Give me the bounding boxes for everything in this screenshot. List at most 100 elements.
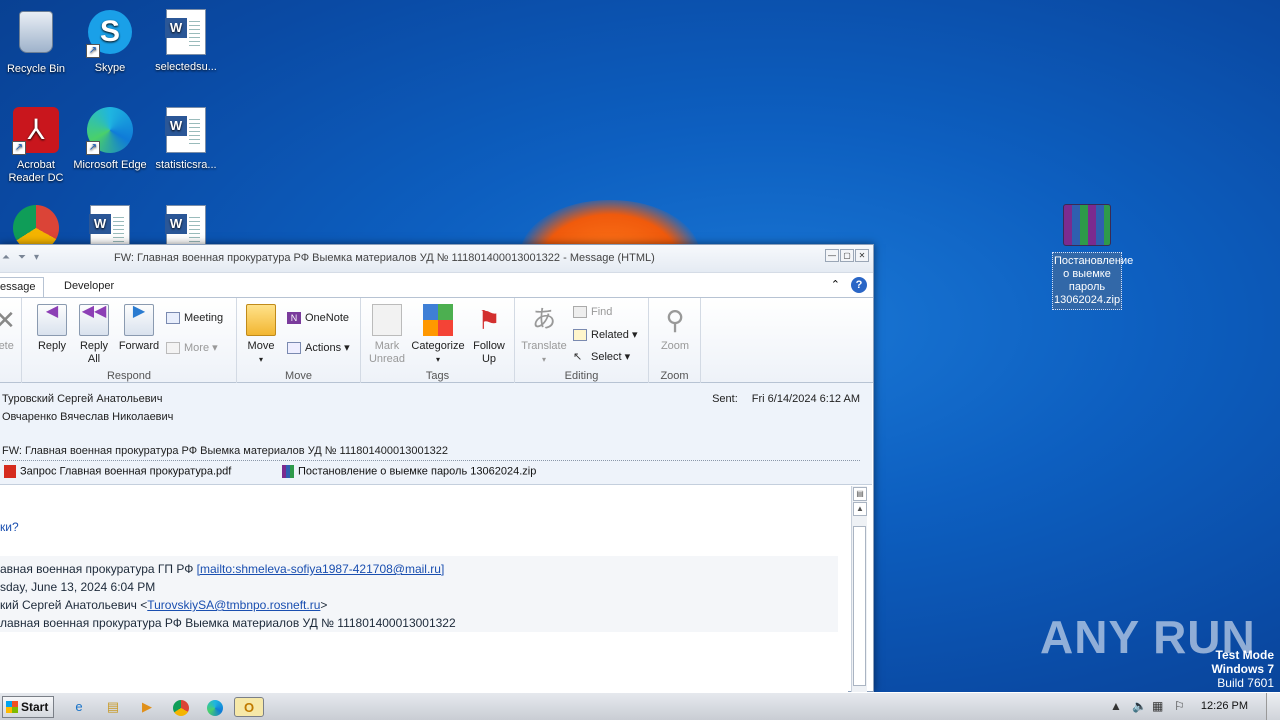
outlook-message-window: ⏶ ⏷ ▾ FW: Главная военная прокуратура РФ В… bbox=[0, 244, 874, 692]
desktop-icon-acrobat[interactable]: ⅄ ↗ Acrobat Reader DC bbox=[0, 106, 74, 185]
related-button[interactable]: Related ▾ bbox=[573, 328, 638, 342]
explorer-icon[interactable]: ▤ bbox=[102, 697, 124, 717]
start-button[interactable]: Start bbox=[2, 696, 54, 718]
network-icon[interactable]: ▦ bbox=[1152, 699, 1163, 713]
word-document-icon: W bbox=[162, 9, 210, 57]
acrobat-icon: ⅄ ↗ bbox=[12, 107, 60, 155]
sent-field: Sent: Fri 6/14/2024 6:12 AM bbox=[712, 393, 860, 405]
forward-icon: ▶ bbox=[124, 304, 154, 336]
previous-item-icon[interactable]: ⏶ bbox=[2, 252, 10, 263]
tray-expand-icon[interactable]: ▲ bbox=[1110, 699, 1122, 713]
email-link[interactable]: TurovskiySA@tmbnpo.rosneft.ru bbox=[147, 598, 320, 612]
ribbon-group-delete: ✕ lete bbox=[0, 298, 22, 384]
group-label: Respond bbox=[106, 370, 152, 382]
customize-toolbar-icon[interactable]: ▾ bbox=[34, 252, 39, 263]
actions-icon bbox=[287, 342, 301, 355]
cursor-icon: ↖ bbox=[573, 351, 583, 364]
close-button[interactable]: ✕ bbox=[855, 249, 869, 262]
desktop-icon-selectedsu[interactable]: W selectedsu... bbox=[148, 8, 224, 74]
system-tray: ▲ 🔈 ▦ ⚐ bbox=[1100, 693, 1280, 720]
winrar-archive-icon bbox=[1063, 204, 1111, 246]
to-field[interactable]: Овчаренко Вячеслав Николаевич bbox=[2, 411, 173, 423]
flag-icon: ⚑ bbox=[477, 305, 501, 335]
sent-label: Sent: bbox=[712, 393, 738, 405]
ribbon-group-zoom: ⚲ Zoom Zoom bbox=[649, 298, 701, 384]
mark-unread-button[interactable]: Mark Unread bbox=[365, 304, 409, 366]
ribbon-group-move: Move ▾ N OneNote Actions ▾ Move bbox=[237, 298, 361, 384]
actions-button[interactable]: Actions ▾ bbox=[287, 341, 350, 355]
tab-message[interactable]: essage bbox=[0, 277, 44, 297]
reply-button[interactable]: ◀ Reply bbox=[32, 304, 72, 353]
find-button[interactable]: Find bbox=[573, 306, 612, 319]
help-icon[interactable]: ? bbox=[851, 277, 867, 293]
pdf-icon bbox=[4, 465, 16, 478]
attachment-pdf[interactable]: Запрос Главная военная прокуратура.pdf bbox=[4, 465, 231, 478]
desktop-icon-recycle-bin[interactable]: Recycle Bin bbox=[0, 8, 74, 76]
minimize-button[interactable]: — bbox=[825, 249, 839, 262]
action-center-icon[interactable]: ⚐ bbox=[1174, 699, 1185, 713]
ribbon-tabs: essage Developer ⌃ ? bbox=[0, 273, 873, 297]
follow-up-button[interactable]: ⚑ Follow Up bbox=[467, 304, 511, 366]
ie-icon[interactable]: e bbox=[68, 697, 90, 717]
desktop-icon-statisticsra[interactable]: W statisticsra... bbox=[148, 106, 224, 172]
quoted-to: кий Сергей Анатольевич <TurovskiySA@tmbn… bbox=[0, 598, 328, 612]
word-document-icon: W bbox=[162, 107, 210, 155]
quoted-sent: sday, June 13, 2024 6:04 PM bbox=[0, 580, 156, 594]
title-bar: ⏶ ⏷ ▾ FW: Главная военная прокуратура РФ В… bbox=[0, 245, 873, 273]
edge-icon[interactable] bbox=[204, 697, 226, 717]
collapse-ribbon-icon[interactable]: ⌃ bbox=[831, 278, 840, 291]
scrollbar-thumb[interactable] bbox=[853, 526, 866, 686]
body-question: ки? bbox=[0, 520, 19, 534]
chrome-icon[interactable] bbox=[170, 697, 192, 717]
volume-icon[interactable]: 🔈 bbox=[1132, 699, 1147, 713]
select-button[interactable]: ↖ Select ▾ bbox=[573, 350, 630, 363]
windows-logo-icon bbox=[6, 701, 18, 713]
folder-move-icon bbox=[246, 304, 276, 336]
tab-developer[interactable]: Developer bbox=[64, 277, 114, 297]
zoom-button[interactable]: ⚲ Zoom bbox=[653, 304, 697, 353]
test-mode-notice: Test Mode Windows 7 Build 7601 bbox=[1211, 648, 1274, 690]
group-label: Editing bbox=[564, 370, 599, 382]
group-label: Zoom bbox=[660, 370, 689, 382]
related-icon bbox=[573, 329, 587, 342]
more-button[interactable]: More ▾ bbox=[166, 341, 218, 355]
reply-all-button[interactable]: ◀◀ Reply All bbox=[74, 304, 114, 366]
desktop-icon-label: selectedsu... bbox=[155, 61, 217, 73]
mailto-link[interactable]: [mailto:shmeleva-sofiya1987-421708@mail.… bbox=[197, 562, 445, 576]
onenote-icon: N bbox=[287, 312, 301, 325]
recycle-bin-icon bbox=[12, 11, 60, 59]
move-button[interactable]: Move ▾ bbox=[243, 304, 279, 366]
edge-icon: ↗ bbox=[86, 107, 134, 155]
ribbon-group-editing: あ Translate ▾ Find Related ▾ ↖ Select ▾ E… bbox=[515, 298, 649, 384]
meeting-button[interactable]: Meeting bbox=[166, 312, 223, 325]
message-body[interactable]: ки? авная военная прокуратура ГП РФ [mai… bbox=[0, 486, 848, 692]
reply-icon: ◀ bbox=[37, 304, 67, 336]
desktop-icon-label: Recycle Bin bbox=[6, 63, 66, 75]
onenote-button[interactable]: N OneNote bbox=[287, 312, 349, 325]
show-desktop-button[interactable] bbox=[1266, 693, 1280, 720]
attachment-zip[interactable]: Постановление о выемке пароль 13062024.z… bbox=[282, 465, 536, 478]
vertical-scrollbar[interactable]: ▤ ▲ bbox=[851, 486, 867, 692]
next-item-icon[interactable]: ⏷ bbox=[18, 252, 26, 263]
winrar-icon bbox=[282, 465, 294, 478]
desktop-icon-label: Skype bbox=[94, 62, 126, 74]
desktop-icon-label: Acrobat Reader DC bbox=[8, 159, 64, 184]
media-player-icon[interactable]: ▶ bbox=[136, 697, 158, 717]
scroll-up-arrow[interactable]: ▲ bbox=[853, 502, 867, 516]
skype-icon: S ↗ bbox=[86, 10, 134, 58]
scroll-top-icon[interactable]: ▤ bbox=[853, 487, 867, 501]
desktop-icon-skype[interactable]: S ↗ Skype bbox=[72, 8, 148, 75]
from-field[interactable]: Туровский Сергей Анатольевич bbox=[2, 393, 162, 405]
sent-value: Fri 6/14/2024 6:12 AM bbox=[751, 393, 860, 405]
desktop-icon-label: Постановление о выемке пароль 13062024.z… bbox=[1052, 252, 1133, 310]
desktop-icon-rar-archive[interactable]: Постановление о выемке пароль 13062024.z… bbox=[1052, 204, 1133, 310]
delete-button[interactable]: ✕ lete bbox=[0, 304, 22, 353]
outlook-icon[interactable]: O bbox=[234, 697, 264, 717]
desktop-icon-edge[interactable]: ↗ Microsoft Edge bbox=[72, 106, 148, 172]
translate-button[interactable]: あ Translate ▾ bbox=[519, 304, 569, 366]
calendar-icon bbox=[166, 312, 180, 325]
forward-button[interactable]: ▶ Forward bbox=[116, 304, 162, 353]
clock[interactable]: 12:26 PM bbox=[1201, 700, 1248, 712]
maximize-button[interactable]: ▢ bbox=[840, 249, 854, 262]
categorize-button[interactable]: Categorize ▾ bbox=[409, 304, 467, 366]
